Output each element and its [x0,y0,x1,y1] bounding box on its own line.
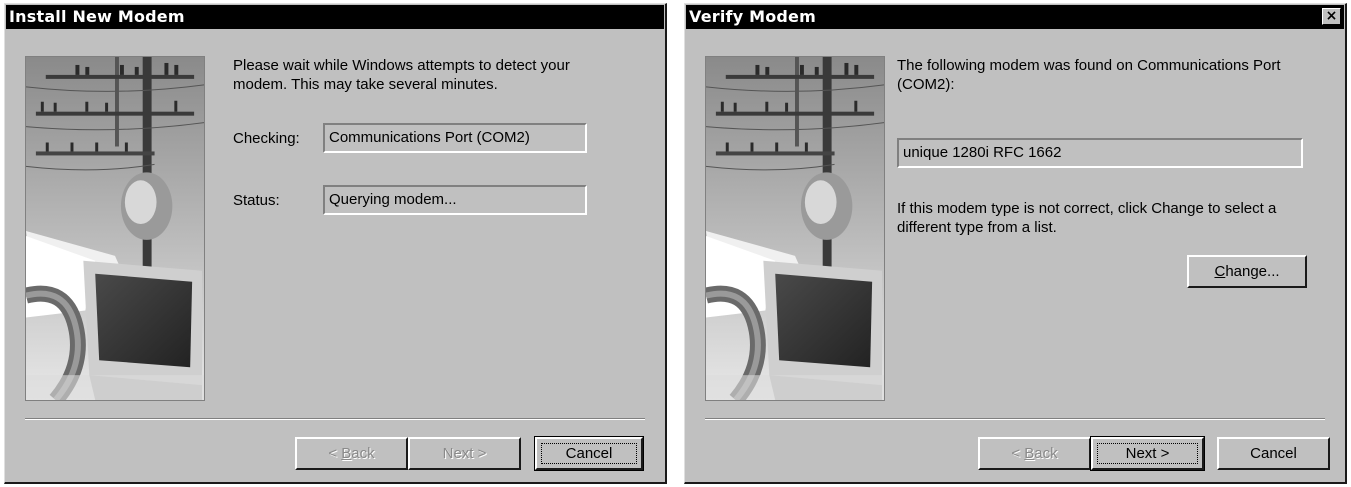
verify-modem-dialog: Verify Modem × The following modem was f… [684,3,1347,484]
status-field: Querying modem... [323,185,587,215]
change-hint: If this modem type is not correct, click… [897,200,1277,236]
wizard-content: The following modem was found on Communi… [897,56,1325,288]
checking-row: Checking: Communications Port (COM2) [233,123,587,153]
modem-name-field: unique 1280i RFC 1662 [897,138,1303,168]
next-button[interactable]: Next > [1090,436,1205,471]
close-icon[interactable]: × [1322,8,1341,25]
status-row: Status: Querying modem... [233,185,587,215]
next-button[interactable]: Next > [408,437,521,470]
separator [25,418,645,420]
found-message: The following modem was found on Communi… [897,57,1281,93]
separator [705,418,1325,420]
cancel-button[interactable]: Cancel [534,436,644,471]
checking-field: Communications Port (COM2) [323,123,587,153]
back-button[interactable]: < Back [295,437,408,470]
wizard-content: Please wait while Windows attempts to de… [233,56,645,215]
wizard-illustration [25,56,205,401]
title-bar[interactable]: Verify Modem × [686,5,1344,29]
wizard-illustration [705,56,885,401]
dialog-title: Install New Modem [9,7,185,26]
install-new-modem-dialog: Install New Modem Please wait while Wind… [4,3,667,484]
modem-row: unique 1280i RFC 1662 [897,138,1303,168]
dialog-title: Verify Modem [689,7,816,26]
back-button[interactable]: < Back [978,437,1091,470]
detect-message: Please wait while Windows attempts to de… [233,57,570,93]
change-button[interactable]: Change... [1187,255,1307,288]
cancel-button[interactable]: Cancel [1217,437,1330,470]
title-bar[interactable]: Install New Modem [6,5,664,29]
checking-label: Checking: [233,129,300,147]
status-label: Status: [233,191,280,209]
